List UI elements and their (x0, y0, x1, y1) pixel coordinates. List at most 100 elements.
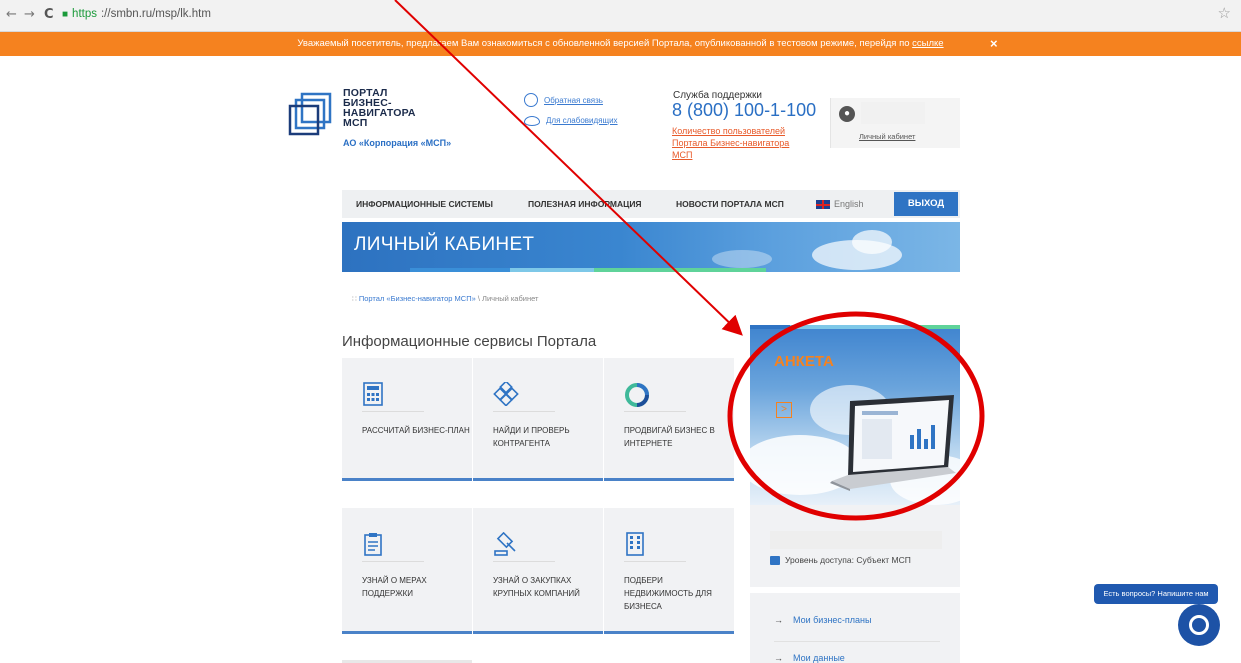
arrow-right-icon: → (774, 615, 783, 625)
nav-item-news[interactable]: НОВОСТИ ПОРТАЛА МСП (676, 190, 784, 218)
organization-name: АО «Корпорация «МСП» (343, 138, 452, 148)
logout-button[interactable]: ВЫХОД (894, 192, 958, 216)
breadcrumb-current: Личный кабинет (482, 294, 539, 303)
tile-accent-bar (342, 631, 472, 634)
tile-procurement[interactable]: Узнай о закупках крупных компаний (473, 508, 603, 634)
chat-prompt-button[interactable]: Есть вопросы? Напишите нам (1094, 584, 1218, 604)
menu-item-my-data[interactable]: → Мои данные (774, 653, 845, 663)
menu-divider (774, 641, 940, 642)
calculator-icon (363, 382, 383, 406)
uk-flag-icon (816, 200, 830, 210)
menu-item-business-plans[interactable]: → Мои бизнес-планы (774, 615, 871, 625)
feedback-label: Обратная связь (544, 95, 603, 105)
clipboard-icon (364, 533, 382, 556)
page-banner: ЛИЧНЫЙ КАБИНЕТ (342, 222, 960, 272)
tile-divider (624, 411, 686, 412)
tile-divider (493, 561, 555, 562)
stripe (410, 268, 510, 272)
tile-accent-bar (342, 478, 472, 481)
personal-cabinet-link[interactable]: Личный кабинет (859, 132, 915, 141)
tile-label: Узнай о закупках крупных компаний (493, 576, 580, 598)
support-phone[interactable]: 8 (800) 100-1-100 (672, 100, 816, 121)
language-label: English (834, 199, 864, 209)
promo-stripes (750, 325, 960, 329)
eye-icon (524, 116, 540, 126)
portal-logo-icon[interactable] (288, 92, 332, 136)
cloud-shape (852, 230, 892, 254)
close-icon[interactable]: × (990, 32, 998, 56)
accessibility-link[interactable]: Для слабовидящих (524, 114, 618, 126)
nav-item-useful-info[interactable]: ПОЛЕЗНАЯ ИНФОРМАЦИЯ (528, 190, 642, 218)
portal-logo-text[interactable]: ПОРТАЛ БИЗНЕС- НАВИГАТОРА МСП (343, 88, 416, 129)
feedback-link[interactable]: Обратная связь (524, 93, 603, 107)
tile-counterparty[interactable]: Найди и проверь контрагента (473, 358, 603, 481)
laptop-icon (830, 395, 956, 491)
tile-real-estate[interactable]: Подбери недвижимость для бизнеса (604, 508, 734, 634)
stripe (790, 325, 920, 329)
access-level-text: Уровень доступа: Субъект МСП (785, 555, 911, 565)
services-title: Информационные сервисы Портала (342, 333, 597, 350)
menu-item-label: Мои бизнес-планы (793, 615, 872, 625)
questionnaire-promo[interactable]: АНКЕТА > (750, 325, 960, 505)
users-count-link[interactable]: Количество пользователей Портала Бизнес-… (672, 125, 812, 161)
tile-label: Продвигай бизнес в интернете (624, 426, 715, 448)
stripe (594, 268, 766, 272)
breadcrumb-icon: ∷ (352, 294, 359, 303)
address-bar[interactable]: ■ https://smbn.ru/msp/lk.htm (62, 5, 211, 23)
reload-icon[interactable]: C (44, 7, 54, 22)
back-icon[interactable]: ← (6, 7, 17, 22)
url-path: ://smbn.ru/msp/lk.htm (100, 8, 211, 20)
side-menu: → Мои бизнес-планы → Мои данные (750, 593, 960, 663)
tile-divider (624, 561, 686, 562)
user-name-blurred (770, 531, 942, 549)
main-navigation: ИНФОРМАЦИОННЫЕ СИСТЕМЫ ПОЛЕЗНАЯ ИНФОРМАЦ… (342, 190, 960, 218)
questionnaire-title: АНКЕТА (774, 353, 834, 370)
tile-accent-bar (473, 478, 603, 481)
tile-divider (493, 411, 555, 412)
tile-divider (362, 411, 424, 412)
tile-internet-promotion[interactable]: Продвигай бизнес в интернете (604, 358, 734, 481)
tile-label: Подбери недвижимость для бизнеса (624, 576, 712, 611)
language-switch[interactable]: English (816, 190, 864, 218)
browser-toolbar: ← → C ■ https://smbn.ru/msp/lk.htm ☆ (0, 0, 1241, 32)
notice-link[interactable]: ссылке (912, 38, 943, 49)
page-title: ЛИЧНЫЙ КАБИНЕТ (354, 234, 535, 255)
chat-bubble-icon[interactable] (1178, 604, 1220, 646)
user-name-blurred (861, 102, 925, 124)
lock-icon: ■ (62, 8, 69, 20)
test-version-notice: Уважаемый посетитель, предлагаем Вам озн… (0, 32, 1241, 56)
tile-divider (362, 561, 424, 562)
tile-label: Узнай о мерах поддержки (362, 576, 427, 598)
ring-icon (625, 383, 649, 407)
banner-stripes (342, 268, 960, 272)
cloud-shape (712, 250, 772, 268)
stripe (750, 325, 790, 329)
breadcrumb-home[interactable]: Портал «Бизнес-навигатор МСП» (359, 294, 476, 303)
access-level: Уровень доступа: Субъект МСП (770, 555, 911, 565)
bookmark-star-icon[interactable]: ☆ (1218, 4, 1231, 22)
tile-support-measures[interactable]: Узнай о мерах поддержки (342, 508, 472, 634)
tile-label: Рассчитай бизнес-план (362, 426, 470, 435)
stripe (510, 268, 594, 272)
chat-icon (524, 93, 538, 107)
tile-label: Найди и проверь контрагента (493, 426, 570, 448)
arrow-right-icon: → (774, 653, 783, 663)
network-icon (493, 382, 519, 406)
tile-accent-bar (604, 478, 734, 481)
lock-icon (770, 555, 780, 565)
notice-text: Уважаемый посетитель, предлагаем Вам озн… (297, 38, 913, 49)
user-info-panel: Уровень доступа: Субъект МСП (750, 505, 960, 587)
user-avatar-icon: ● (839, 106, 855, 122)
nav-item-info-systems[interactable]: ИНФОРМАЦИОННЫЕ СИСТЕМЫ (356, 190, 493, 218)
gavel-icon (494, 532, 516, 556)
tile-business-plan[interactable]: Рассчитай бизнес-план (342, 358, 472, 481)
arrow-right-icon[interactable]: > (776, 402, 792, 418)
menu-item-label: Мои данные (793, 653, 845, 663)
stripe (920, 325, 960, 329)
accessibility-label: Для слабовидящих (546, 115, 618, 125)
forward-icon[interactable]: → (24, 7, 35, 22)
user-box: ● Личный кабинет (830, 98, 960, 148)
breadcrumb: ∷ Портал «Бизнес-навигатор МСП» \ Личный… (352, 294, 538, 303)
logo-line: МСП (343, 117, 368, 129)
building-icon (626, 532, 644, 556)
